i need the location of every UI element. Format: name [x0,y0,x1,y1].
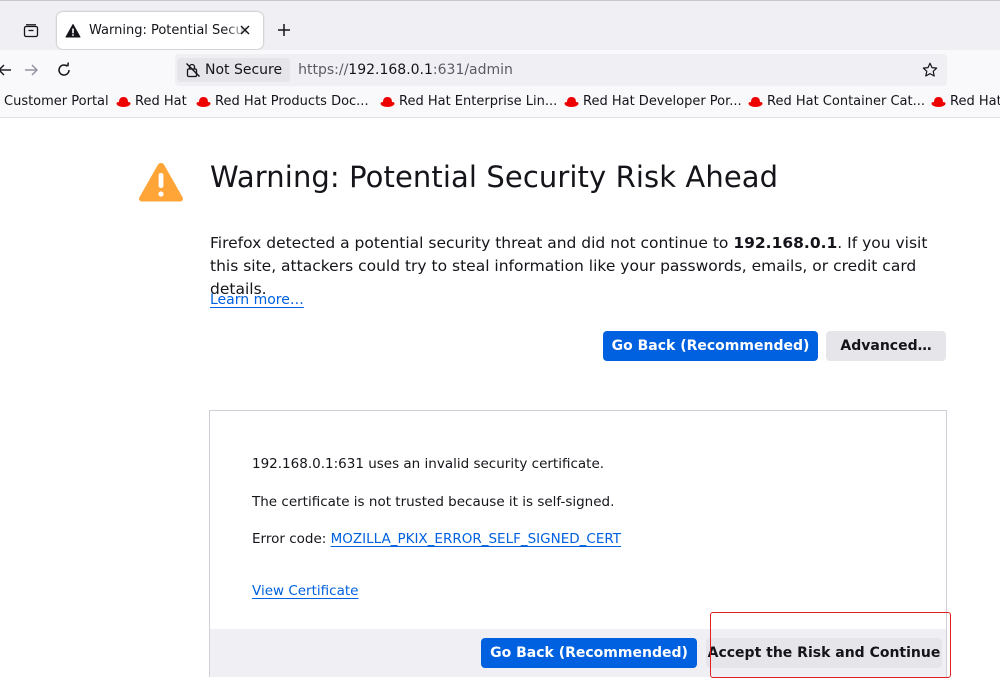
invalid-certificate-text: 192.168.0.1:631 uses an invalid security… [252,456,605,472]
bookmark-red-hat-2[interactable]: Red Hat [931,94,1000,109]
page-title: Warning: Potential Security Risk Ahead [210,160,779,194]
tab-active[interactable]: Warning: Potential Security Risk Ahead [57,12,263,49]
site-identity-button[interactable]: Not Secure [177,58,291,82]
intro-paragraph: Firefox detected a potential security th… [210,232,950,301]
intro-host: 192.168.0.1 [733,234,838,252]
self-signed-text: The certificate is not trusted because i… [252,494,615,510]
insecure-lock-icon [186,63,200,78]
bookmark-label: Customer Portal [4,94,109,109]
not-secure-label: Not Secure [205,62,283,78]
star-icon [922,62,938,77]
tab-list-icon [23,24,39,38]
red-hat-icon [931,96,946,107]
error-code-link[interactable]: MOZILLA_PKIX_ERROR_SELF_SIGNED_CERT [331,531,621,547]
learn-more-link[interactable]: Learn more… [210,292,304,308]
go-back-button[interactable]: Go Back (Recommended) [603,331,818,361]
bookmark-customer-portal[interactable]: Customer Portal [4,94,109,109]
url-host: 192.168.0.1 [348,62,433,78]
new-tab-button[interactable] [273,19,295,41]
red-hat-icon [116,96,131,107]
bookmarks-toolbar: Customer Portal Red Hat Red Hat Products… [0,90,1000,118]
red-hat-icon [380,96,395,107]
error-code-line: Error code: MOZILLA_PKIX_ERROR_SELF_SIGN… [252,531,621,547]
url-scheme: https:// [298,62,349,78]
error-code-label: Error code: [252,531,331,547]
advanced-panel: 192.168.0.1:631 uses an invalid security… [209,410,947,677]
advanced-button[interactable]: Advanced… [826,331,946,361]
navigation-toolbar: Not Secure https://192.168.0.1:631/admin [0,50,1000,90]
red-hat-icon [196,96,211,107]
accept-risk-button[interactable]: Accept the Risk and Continue [706,638,942,668]
bookmark-label: Red Hat [135,94,187,109]
tab-close-button[interactable] [236,21,254,39]
bookmark-label: Red Hat Products Doc... [215,94,369,109]
bookmark-red-hat-container-catalog[interactable]: Red Hat Container Cat... [748,94,925,109]
url-bar[interactable]: Not Secure https://192.168.0.1:631/admin [175,54,947,86]
bookmark-label: Red Hat [950,94,1000,109]
bookmark-red-hat-enterprise-linux[interactable]: Red Hat Enterprise Lin... [380,94,557,109]
bookmark-red-hat-products-doc[interactable]: Red Hat Products Doc... [196,94,369,109]
go-back-button-advanced[interactable]: Go Back (Recommended) [481,638,697,668]
bookmark-red-hat-developer-portal[interactable]: Red Hat Developer Por... [564,94,742,109]
url-text[interactable]: https://192.168.0.1:631/admin [298,62,513,78]
reload-button[interactable] [53,59,75,81]
arrow-right-icon [25,64,38,76]
bookmark-label: Red Hat Developer Por... [583,94,742,109]
red-hat-icon [564,96,579,107]
close-icon [240,25,250,35]
list-all-tabs-button[interactable] [18,18,44,44]
reload-icon [58,62,70,76]
bookmark-red-hat[interactable]: Red Hat [116,94,187,109]
advanced-panel-footer: Go Back (Recommended) Accept the Risk an… [210,629,946,677]
warning-icon [139,163,183,202]
url-path: :631/admin [432,62,513,78]
tab-title: Warning: Potential Security Risk Ahead [89,23,249,38]
plus-icon [278,24,290,36]
bookmark-star-button[interactable] [919,59,941,81]
view-certificate-link[interactable]: View Certificate [252,583,358,599]
back-button[interactable] [0,59,16,81]
tab-strip: Warning: Potential Security Risk Ahead [0,0,1000,50]
bookmark-label: Red Hat Container Cat... [767,94,925,109]
bookmark-label: Red Hat Enterprise Lin... [399,94,558,109]
forward-button[interactable] [20,59,42,81]
intro-text-start: Firefox detected a potential security th… [210,234,734,252]
red-hat-icon [748,96,763,107]
arrow-left-icon [0,64,11,76]
warning-favicon-icon [65,23,81,37]
